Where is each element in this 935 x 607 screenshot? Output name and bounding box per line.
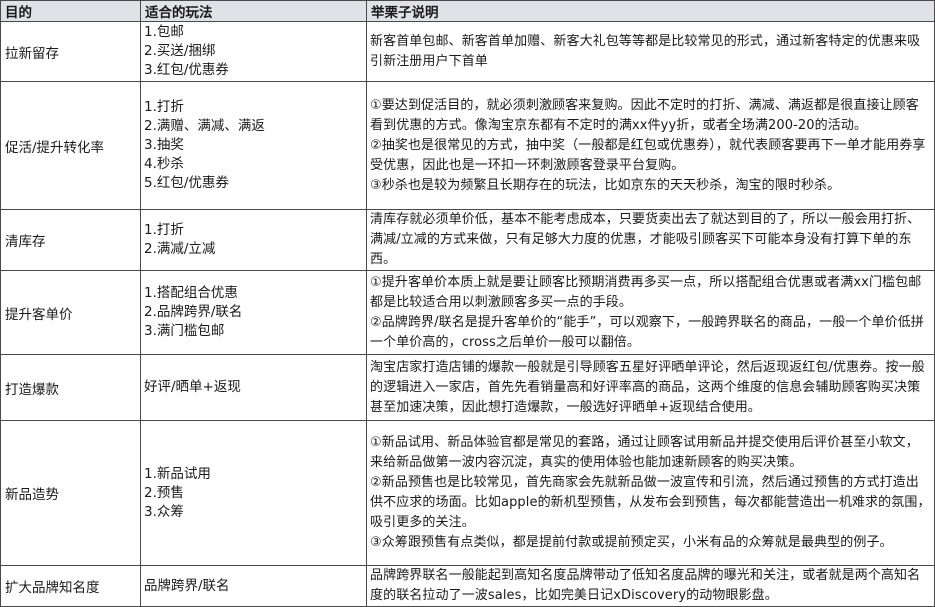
goal-cell[interactable]: 扩大品牌知名度 — [0, 565, 141, 607]
table-row: 新品造势 1.新品试用 2.预售 3.众筹 ①新品试用、新品体验官都是常见的套路… — [0, 420, 935, 566]
play-item: 品牌跨界/联名 — [144, 577, 230, 594]
header-play: 适合的玩法 — [140, 0, 367, 22]
play-item: 3.满门槛包邮 — [144, 323, 225, 339]
desc-cell[interactable]: ①要达到促活目的，就必须刺激顾客来复购。因此不定时的打折、满减、满返都是很直接让… — [366, 81, 935, 210]
table-row: 提升客单价 1.搭配组合优惠 2.品牌跨界/联名 3.满门槛包邮 ①提升客单价本… — [0, 270, 935, 355]
table-row: 打造爆款 好评/晒单+返现 淘宝店家打造店铺的爆款一般就是引导顾客五星好评晒单评… — [0, 354, 935, 421]
play-cell[interactable]: 1.新品试用 2.预售 3.众筹 — [140, 420, 367, 566]
play-item: 2.品牌跨界/联名 — [144, 304, 243, 320]
play-item: 1.打折 — [144, 222, 184, 238]
play-item: 1.搭配组合优惠 — [144, 285, 238, 301]
table-row: 扩大品牌知名度 品牌跨界/联名 品牌跨界联名一般能起到高知名度品牌带动了低知名度… — [0, 565, 935, 607]
strategy-table: 目的 适合的玩法 举栗子说明 拉新留存 1.包邮 2.买送/捆绑 3.红包/优惠… — [0, 0, 935, 607]
play-cell[interactable]: 好评/晒单+返现 — [140, 354, 367, 421]
desc-cell[interactable]: 清库存就必须单价低，基本不能考虑成本，只要货卖出去了就达到目的了，所以一般会用打… — [366, 209, 935, 271]
header-row: 目的 适合的玩法 举栗子说明 — [0, 0, 935, 22]
play-item: 2.满赠、满减、满返 — [144, 118, 265, 134]
table-row: 清库存 1.打折 2.满减/立减 清库存就必须单价低，基本不能考虑成本，只要货卖… — [0, 209, 935, 271]
play-item: 3.抽奖 — [144, 137, 184, 153]
desc-paragraph: ①提升客单价本质上就是要让顾客比预期消费再多买一点，所以搭配组合优惠或者满xx门… — [370, 274, 922, 310]
desc-paragraph: 淘宝店家打造店铺的爆款一般就是引导顾客五星好评晒单评论，然后返现返红包/优惠券。… — [370, 359, 925, 415]
goal-cell[interactable]: 促活/提升转化率 — [0, 81, 141, 210]
desc-paragraph: ①新品试用、新品体验官都是常见的套路，通过让顾客试用新品并提交使用后评价甚至小软… — [370, 435, 919, 470]
play-cell[interactable]: 品牌跨界/联名 — [140, 565, 367, 607]
play-item: 1.包邮 — [144, 24, 184, 40]
header-desc: 举栗子说明 — [366, 0, 935, 22]
goal-cell[interactable]: 清库存 — [0, 209, 141, 271]
table-row: 促活/提升转化率 1.打折 2.满赠、满减、满返 3.抽奖 4.秒杀 5.红包/… — [0, 81, 935, 210]
desc-paragraph: 新客首单包邮、新客首单加赠、新客大礼包等等都是比较常见的形式，通过新客特定的优惠… — [370, 33, 921, 69]
header-goal: 目的 — [0, 0, 141, 22]
desc-paragraph: 品牌跨界联名一般能起到高知名度品牌带动了低知名度品牌的曝光和关注，或者就是两个高… — [370, 568, 921, 603]
play-item: 1.打折 — [144, 99, 184, 115]
play-cell[interactable]: 1.包邮 2.买送/捆绑 3.红包/优惠券 — [140, 21, 367, 82]
desc-cell[interactable]: 品牌跨界联名一般能起到高知名度品牌带动了低知名度品牌的曝光和关注，或者就是两个高… — [366, 565, 935, 607]
promotion-strategy-sheet: 目的 适合的玩法 举栗子说明 拉新留存 1.包邮 2.买送/捆绑 3.红包/优惠… — [0, 0, 935, 607]
desc-paragraph: ③众筹跟预售有点类似，都是提前付款或提前预定买，小米有品的众筹就是最典型的例子。 — [370, 535, 893, 550]
desc-cell[interactable]: 淘宝店家打造店铺的爆款一般就是引导顾客五星好评晒单评论，然后返现返红包/优惠券。… — [366, 354, 935, 421]
play-item: 2.预售 — [144, 484, 184, 501]
play-item: 2.买送/捆绑 — [144, 43, 216, 59]
play-item: 4.秒杀 — [144, 156, 184, 172]
play-cell[interactable]: 1.搭配组合优惠 2.品牌跨界/联名 3.满门槛包邮 — [140, 270, 367, 355]
desc-paragraph: ③秒杀也是较为频繁且长期存在的玩法，比如京东的天天秒杀，淘宝的限时秒杀。 — [370, 177, 841, 193]
goal-cell[interactable]: 新品造势 — [0, 420, 141, 566]
play-item: 2.满减/立减 — [144, 241, 216, 257]
goal-cell[interactable]: 提升客单价 — [0, 270, 141, 355]
desc-paragraph: ②新品预售也是比较常见，首先商家会先就新品做一波宣传和引流，然后通过预售的方式打… — [370, 475, 931, 530]
desc-cell[interactable]: 新客首单包邮、新客首单加赠、新客大礼包等等都是比较常见的形式，通过新客特定的优惠… — [366, 21, 935, 82]
play-item: 3.红包/优惠券 — [144, 62, 229, 78]
desc-paragraph: ①要达到促活目的，就必须刺激顾客来复购。因此不定时的打折、满减、满返都是很直接让… — [370, 97, 919, 133]
play-cell[interactable]: 1.打折 2.满减/立减 — [140, 209, 367, 271]
play-item: 1.新品试用 — [144, 465, 211, 482]
desc-paragraph: ②品牌跨界/联名是提升客单价的“能手”，可以观察下，一般跨界联名的商品，一般一个… — [370, 314, 924, 350]
desc-paragraph: ②抽奖也是很常见的方式，抽中奖（一般都是红包或优惠券），就代表顾客要再下一单才能… — [370, 137, 926, 173]
goal-cell[interactable]: 拉新留存 — [0, 21, 141, 82]
play-item: 好评/晒单+返现 — [144, 379, 241, 395]
goal-cell[interactable]: 打造爆款 — [0, 354, 141, 421]
table-row: 拉新留存 1.包邮 2.买送/捆绑 3.红包/优惠券 新客首单包邮、新客首单加赠… — [0, 21, 935, 82]
play-cell[interactable]: 1.打折 2.满赠、满减、满返 3.抽奖 4.秒杀 5.红包/优惠券 — [140, 81, 367, 210]
desc-cell[interactable]: ①新品试用、新品体验官都是常见的套路，通过让顾客试用新品并提交使用后评价甚至小软… — [366, 420, 935, 566]
desc-cell[interactable]: ①提升客单价本质上就是要让顾客比预期消费再多买一点，所以搭配组合优惠或者满xx门… — [366, 270, 935, 355]
play-item: 5.红包/优惠券 — [144, 175, 229, 191]
play-item: 3.众筹 — [144, 503, 184, 520]
desc-paragraph: 清库存就必须单价低，基本不能考虑成本，只要货卖出去了就达到目的了，所以一般会用打… — [370, 212, 921, 267]
